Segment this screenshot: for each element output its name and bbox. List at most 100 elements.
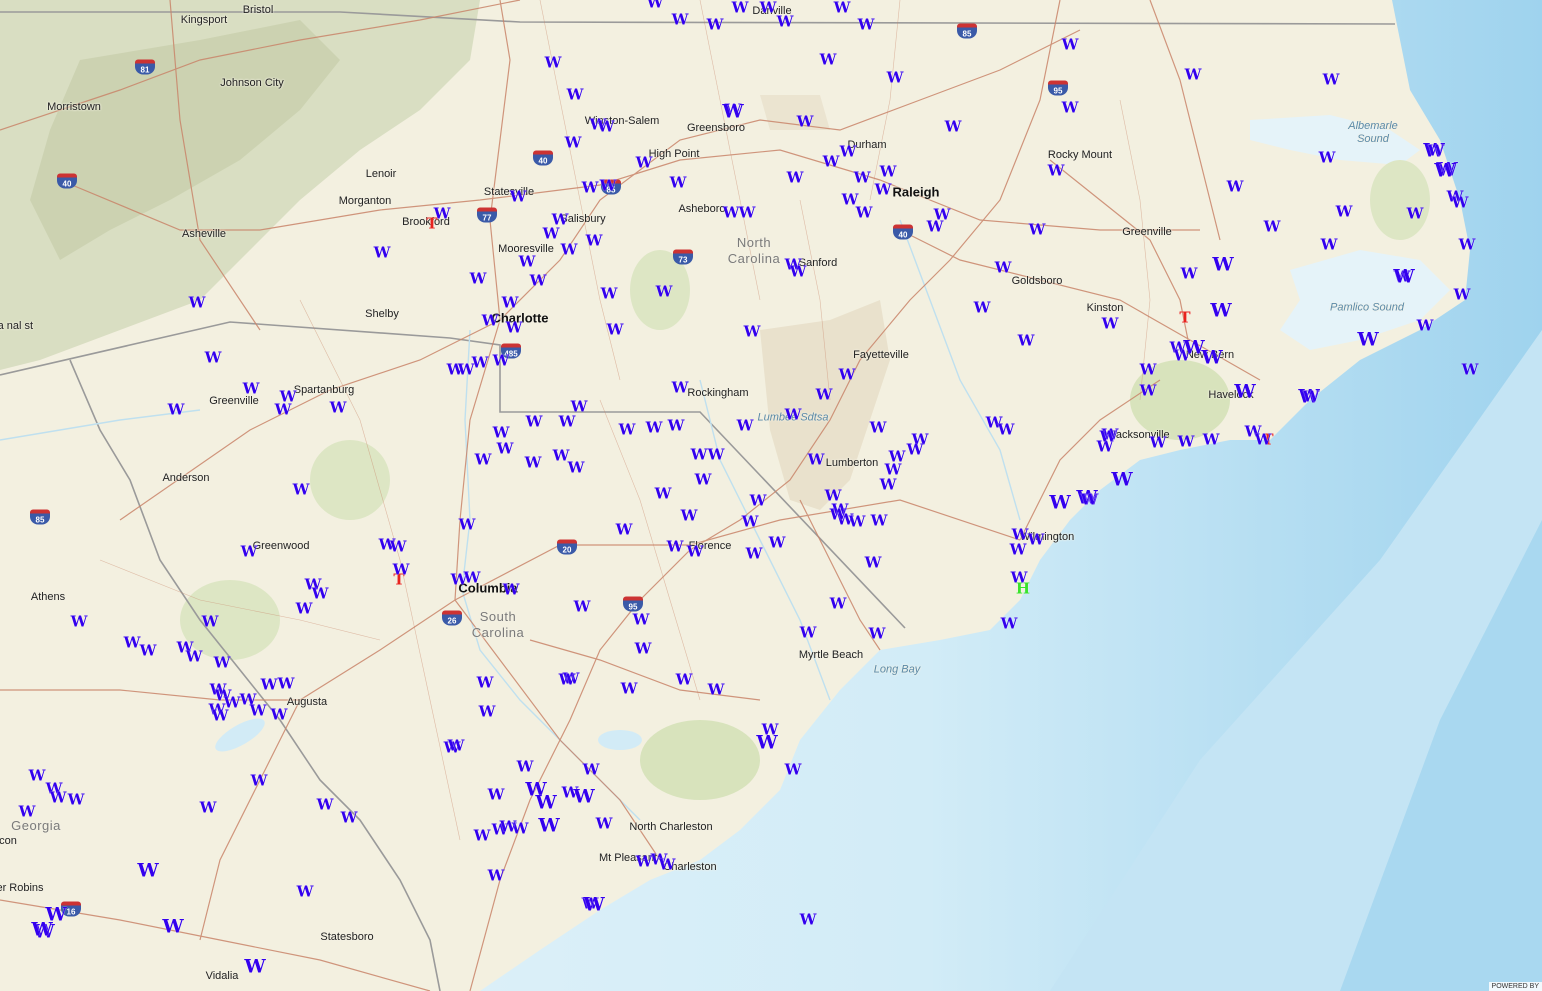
- w-marker[interactable]: W: [1212, 255, 1233, 274]
- w-marker[interactable]: W: [278, 676, 295, 692]
- w-marker[interactable]: W: [586, 233, 603, 249]
- w-marker[interactable]: W: [477, 675, 494, 691]
- w-marker[interactable]: W: [1428, 143, 1445, 159]
- w-marker[interactable]: W: [995, 260, 1012, 276]
- w-marker[interactable]: W: [241, 544, 258, 560]
- w-marker[interactable]: W: [482, 313, 499, 329]
- w-marker[interactable]: W: [808, 452, 825, 468]
- w-marker[interactable]: W: [50, 790, 67, 806]
- w-marker[interactable]: W: [559, 414, 576, 430]
- w-marker[interactable]: W: [68, 792, 85, 808]
- w-marker[interactable]: W: [636, 155, 653, 171]
- w-marker[interactable]: W: [732, 0, 749, 16]
- w-marker[interactable]: W: [1434, 161, 1455, 180]
- w-marker[interactable]: W: [785, 407, 802, 423]
- w-marker[interactable]: W: [293, 482, 310, 498]
- w-marker[interactable]: W: [506, 320, 523, 336]
- w-marker[interactable]: W: [927, 219, 944, 235]
- w-marker[interactable]: W: [583, 895, 604, 914]
- w-marker[interactable]: W: [800, 625, 817, 641]
- w-marker[interactable]: W: [31, 920, 52, 939]
- w-marker[interactable]: W: [472, 355, 489, 371]
- w-marker[interactable]: W: [607, 322, 624, 338]
- w-marker[interactable]: W: [1102, 316, 1119, 332]
- w-marker[interactable]: W: [1336, 204, 1353, 220]
- w-marker[interactable]: W: [503, 582, 520, 598]
- w-marker[interactable]: W: [1459, 237, 1476, 253]
- w-marker[interactable]: W: [1203, 432, 1220, 448]
- w-marker[interactable]: W: [275, 402, 292, 418]
- w-marker[interactable]: W: [647, 0, 664, 11]
- w-marker[interactable]: W: [1011, 570, 1028, 586]
- w-marker[interactable]: W: [667, 539, 684, 555]
- w-marker[interactable]: W: [880, 477, 897, 493]
- w-marker[interactable]: W: [880, 164, 897, 180]
- w-marker[interactable]: W: [869, 626, 886, 642]
- w-marker[interactable]: W: [870, 420, 887, 436]
- w-marker[interactable]: W: [251, 773, 268, 789]
- w-marker[interactable]: W: [800, 912, 817, 928]
- w-marker[interactable]: W: [535, 793, 556, 812]
- w-marker[interactable]: W: [140, 643, 157, 659]
- w-marker[interactable]: W: [19, 804, 36, 820]
- w-marker[interactable]: W: [559, 672, 576, 688]
- w-marker[interactable]: W: [655, 486, 672, 502]
- w-marker[interactable]: W: [296, 601, 313, 617]
- w-marker[interactable]: W: [1049, 493, 1070, 512]
- w-marker[interactable]: W: [530, 273, 547, 289]
- w-marker[interactable]: W: [974, 300, 991, 316]
- w-marker[interactable]: W: [510, 189, 527, 205]
- w-marker[interactable]: W: [737, 418, 754, 434]
- w-marker[interactable]: W: [202, 614, 219, 630]
- w-marker[interactable]: W: [1357, 330, 1378, 349]
- w-marker[interactable]: W: [29, 768, 46, 784]
- w-marker[interactable]: W: [448, 738, 465, 754]
- w-marker[interactable]: W: [168, 402, 185, 418]
- w-marker[interactable]: W: [687, 544, 704, 560]
- w-marker[interactable]: W: [1181, 266, 1198, 282]
- w-marker[interactable]: W: [619, 422, 636, 438]
- w-marker[interactable]: W: [1028, 532, 1045, 548]
- w-marker[interactable]: W: [830, 596, 847, 612]
- w-marker[interactable]: W: [474, 828, 491, 844]
- w-marker[interactable]: W: [1227, 179, 1244, 195]
- w-marker[interactable]: W: [1323, 72, 1340, 88]
- w-marker[interactable]: W: [1140, 362, 1157, 378]
- w-marker[interactable]: W: [708, 682, 725, 698]
- w-marker[interactable]: W: [1178, 434, 1195, 450]
- w-marker[interactable]: W: [568, 460, 585, 476]
- w-marker[interactable]: W: [374, 245, 391, 261]
- w-marker[interactable]: W: [849, 514, 866, 530]
- w-marker[interactable]: W: [797, 114, 814, 130]
- w-marker[interactable]: W: [816, 387, 833, 403]
- w-marker[interactable]: W: [1001, 616, 1018, 632]
- w-marker[interactable]: W: [271, 707, 288, 723]
- w-marker[interactable]: W: [243, 381, 260, 397]
- w-marker[interactable]: W: [854, 170, 871, 186]
- w-marker[interactable]: W: [517, 759, 534, 775]
- w-marker[interactable]: W: [598, 119, 615, 135]
- w-marker[interactable]: W: [488, 868, 505, 884]
- w-marker[interactable]: W: [871, 513, 888, 529]
- w-marker[interactable]: W: [1407, 206, 1424, 222]
- w-marker[interactable]: W: [124, 635, 141, 651]
- w-marker[interactable]: W: [493, 425, 510, 441]
- w-marker[interactable]: W: [317, 797, 334, 813]
- w-marker[interactable]: W: [244, 957, 265, 976]
- w-marker[interactable]: W: [646, 420, 663, 436]
- w-marker[interactable]: W: [1417, 318, 1434, 334]
- w-marker[interactable]: W: [1029, 222, 1046, 238]
- w-marker[interactable]: W: [250, 703, 267, 719]
- w-marker[interactable]: W: [760, 0, 777, 16]
- w-marker[interactable]: W: [672, 380, 689, 396]
- w-marker[interactable]: W: [519, 254, 536, 270]
- w-marker[interactable]: W: [561, 242, 578, 258]
- w-marker[interactable]: W: [601, 286, 618, 302]
- w-marker[interactable]: W: [500, 819, 517, 835]
- w-marker[interactable]: W: [681, 508, 698, 524]
- w-marker[interactable]: W: [656, 284, 673, 300]
- w-marker[interactable]: W: [998, 422, 1015, 438]
- w-marker[interactable]: W: [1062, 37, 1079, 53]
- w-marker[interactable]: W: [162, 917, 183, 936]
- w-marker[interactable]: W: [212, 708, 229, 724]
